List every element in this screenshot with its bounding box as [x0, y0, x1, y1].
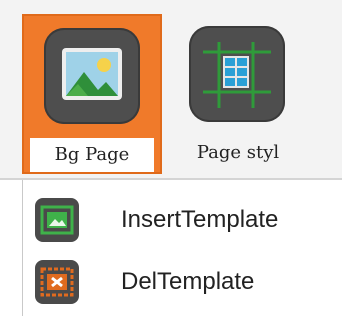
- del-template-label: DelTemplate: [121, 268, 255, 295]
- delete-template-icon: [35, 260, 79, 304]
- page-style-button[interactable]: Page styl: [164, 14, 312, 174]
- template-dropdown-menu: InsertTemplate DelTemplate: [22, 180, 342, 316]
- landscape-image-icon: [44, 28, 140, 124]
- del-template-menu-item[interactable]: DelTemplate: [23, 252, 342, 312]
- insert-template-menu-item[interactable]: InsertTemplate: [23, 190, 342, 250]
- insert-template-label: InsertTemplate: [121, 206, 279, 233]
- insert-template-icon: [35, 198, 79, 242]
- bg-page-button[interactable]: Bg Page: [22, 14, 162, 174]
- page-style-label: Page styl: [196, 142, 280, 163]
- bg-page-label: Bg Page: [30, 138, 154, 172]
- grid-layout-icon: [189, 26, 285, 122]
